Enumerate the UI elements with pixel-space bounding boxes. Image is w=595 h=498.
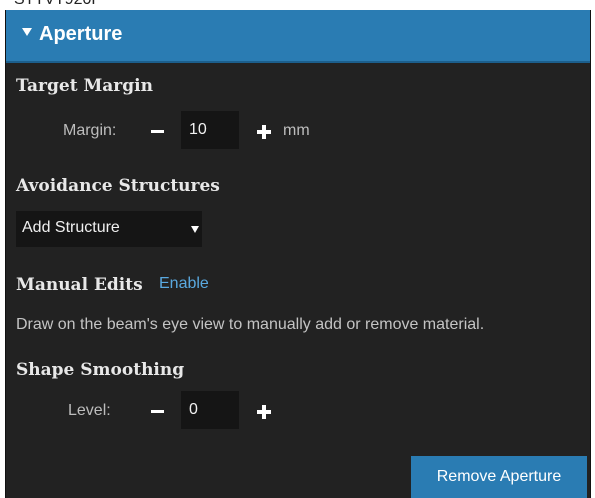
add-structure-dropdown[interactable]: Add Structure — [16, 211, 202, 247]
manual-edits-help-text: Draw on the beam's eye view to manually … — [16, 316, 485, 333]
level-input[interactable] — [181, 391, 239, 429]
caret-down-icon[interactable] — [22, 28, 32, 36]
margin-increment-icon[interactable] — [257, 125, 271, 139]
level-label: Level: — [68, 402, 111, 419]
level-increment-icon[interactable] — [257, 405, 271, 419]
margin-decrement-icon[interactable] — [151, 130, 164, 133]
add-structure-label: Add Structure — [22, 219, 120, 236]
margin-label: Margin: — [63, 122, 117, 139]
section-title-manual-edits: Manual Edits — [16, 275, 143, 295]
margin-unit: mm — [283, 122, 310, 139]
window-title-fragment: STTVT920F — [0, 0, 595, 10]
enable-manual-edits-link[interactable]: Enable — [159, 275, 209, 293]
level-decrement-icon[interactable] — [151, 410, 164, 413]
margin-input[interactable] — [181, 111, 239, 149]
panel-title: Aperture — [39, 23, 123, 45]
window-title-text: STTVT920F — [14, 0, 101, 9]
section-title-avoidance-structures: Avoidance Structures — [16, 176, 220, 196]
panel-header[interactable]: Aperture — [6, 10, 590, 63]
chevron-down-icon — [191, 226, 199, 233]
remove-aperture-button[interactable]: Remove Aperture — [411, 456, 587, 498]
aperture-panel: Aperture Target Margin Margin: mm Avoida… — [5, 10, 591, 498]
section-title-target-margin: Target Margin — [16, 76, 153, 96]
section-title-shape-smoothing: Shape Smoothing — [16, 360, 185, 380]
